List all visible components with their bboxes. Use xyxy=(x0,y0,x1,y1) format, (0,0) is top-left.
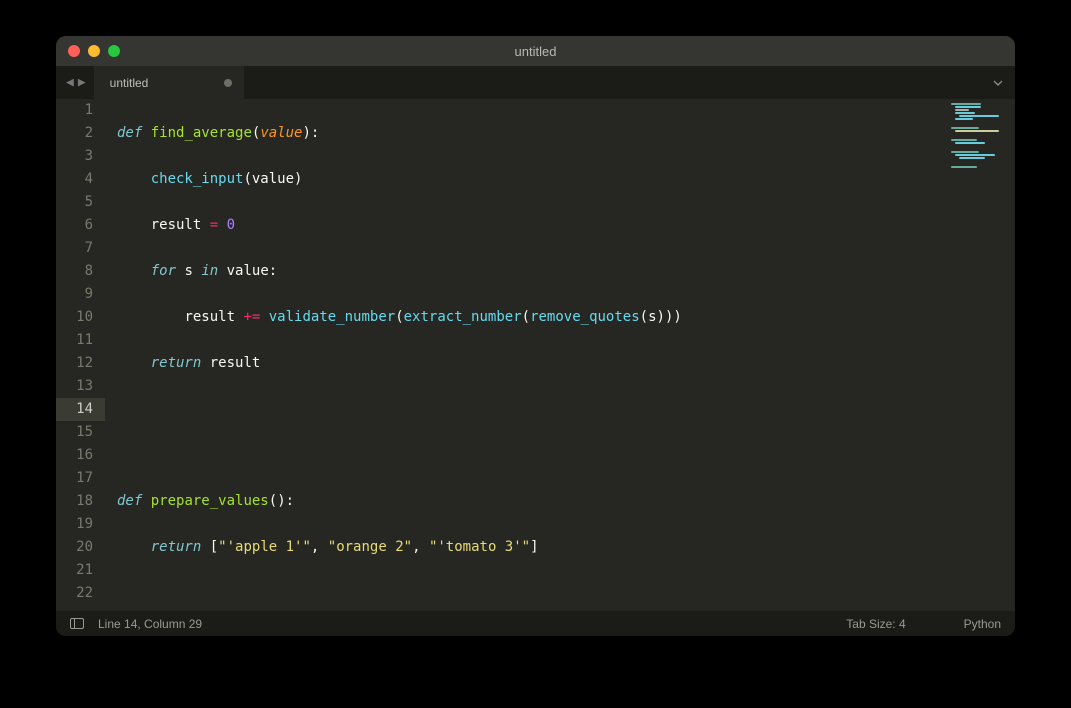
minimap-line xyxy=(959,157,985,159)
code-line[interactable]: return result xyxy=(117,352,945,375)
zoom-icon[interactable] xyxy=(108,45,120,57)
minimap-line xyxy=(955,130,999,132)
code-line[interactable]: check_input(value) xyxy=(117,168,945,191)
traffic-lights xyxy=(68,45,120,57)
line-number: 21 xyxy=(56,559,105,582)
tab-untitled[interactable]: untitled xyxy=(94,66,244,99)
line-number: 1 xyxy=(56,99,105,122)
code-line[interactable] xyxy=(117,398,945,421)
panel-toggle-icon[interactable] xyxy=(70,618,84,629)
status-bar: Line 14, Column 29 Tab Size: 4 Python xyxy=(56,611,1015,636)
line-number: 3 xyxy=(56,145,105,168)
tab-size[interactable]: Tab Size: 4 xyxy=(846,617,905,631)
line-number: 17 xyxy=(56,467,105,490)
close-icon[interactable] xyxy=(68,45,80,57)
code-line[interactable] xyxy=(117,582,945,605)
minimap-line xyxy=(959,115,999,117)
line-number: 9 xyxy=(56,283,105,306)
line-number: 15 xyxy=(56,421,105,444)
editor-area[interactable]: 1 2 3 4 5 6 7 8 9 10 11 12 13 14 15 16 1… xyxy=(56,99,1015,611)
line-number: 4 xyxy=(56,168,105,191)
code-line[interactable]: for s in value: xyxy=(117,260,945,283)
titlebar: untitled xyxy=(56,36,1015,66)
syntax-mode[interactable]: Python xyxy=(964,617,1001,631)
line-number: 12 xyxy=(56,352,105,375)
code-content[interactable]: def find_average(value): check_input(val… xyxy=(105,99,945,611)
minimap-line xyxy=(955,106,981,108)
line-number-gutter: 1 2 3 4 5 6 7 8 9 10 11 12 13 14 15 16 1… xyxy=(56,99,105,611)
line-number: 19 xyxy=(56,513,105,536)
line-number: 22 xyxy=(56,582,105,605)
minimize-icon[interactable] xyxy=(88,45,100,57)
minimap-line xyxy=(951,151,979,153)
minimap-line xyxy=(955,142,985,144)
line-number: 13 xyxy=(56,375,105,398)
history-nav: ◀ ▶ xyxy=(56,66,94,99)
line-number: 11 xyxy=(56,329,105,352)
window-title: untitled xyxy=(56,44,1015,59)
line-number: 7 xyxy=(56,237,105,260)
minimap-line xyxy=(951,166,977,168)
minimap-line xyxy=(955,112,975,114)
line-number: 5 xyxy=(56,191,105,214)
line-number: 6 xyxy=(56,214,105,237)
minimap-line xyxy=(955,109,969,111)
back-icon[interactable]: ◀ xyxy=(66,76,74,89)
line-number: 8 xyxy=(56,260,105,283)
minimap-line xyxy=(951,127,979,129)
line-number: 2 xyxy=(56,122,105,145)
tab-bar: ◀ ▶ untitled xyxy=(56,66,1015,99)
code-line[interactable]: def find_average(value): xyxy=(117,122,945,145)
tab-label: untitled xyxy=(110,76,149,90)
code-line[interactable]: result += validate_number(extract_number… xyxy=(117,306,945,329)
line-number: 14 xyxy=(56,398,105,421)
line-number: 18 xyxy=(56,490,105,513)
minimap-line xyxy=(955,118,973,120)
code-line[interactable]: return ["'apple 1'", "orange 2", "'tomat… xyxy=(117,536,945,559)
code-line[interactable]: def prepare_values(): xyxy=(117,490,945,513)
line-number: 20 xyxy=(56,536,105,559)
editor-window: untitled ◀ ▶ untitled 1 2 3 4 5 6 7 8 9 … xyxy=(56,36,1015,636)
code-line[interactable]: result = 0 xyxy=(117,214,945,237)
dirty-indicator-icon xyxy=(224,79,232,87)
line-number: 16 xyxy=(56,444,105,467)
minimap[interactable] xyxy=(945,99,1015,611)
line-number: 10 xyxy=(56,306,105,329)
minimap-line xyxy=(951,139,977,141)
cursor-position[interactable]: Line 14, Column 29 xyxy=(98,617,202,631)
minimap-line xyxy=(955,154,995,156)
minimap-line xyxy=(951,103,981,105)
forward-icon[interactable]: ▶ xyxy=(78,76,86,89)
tab-overflow-icon[interactable] xyxy=(993,66,1015,99)
code-line[interactable] xyxy=(117,444,945,467)
